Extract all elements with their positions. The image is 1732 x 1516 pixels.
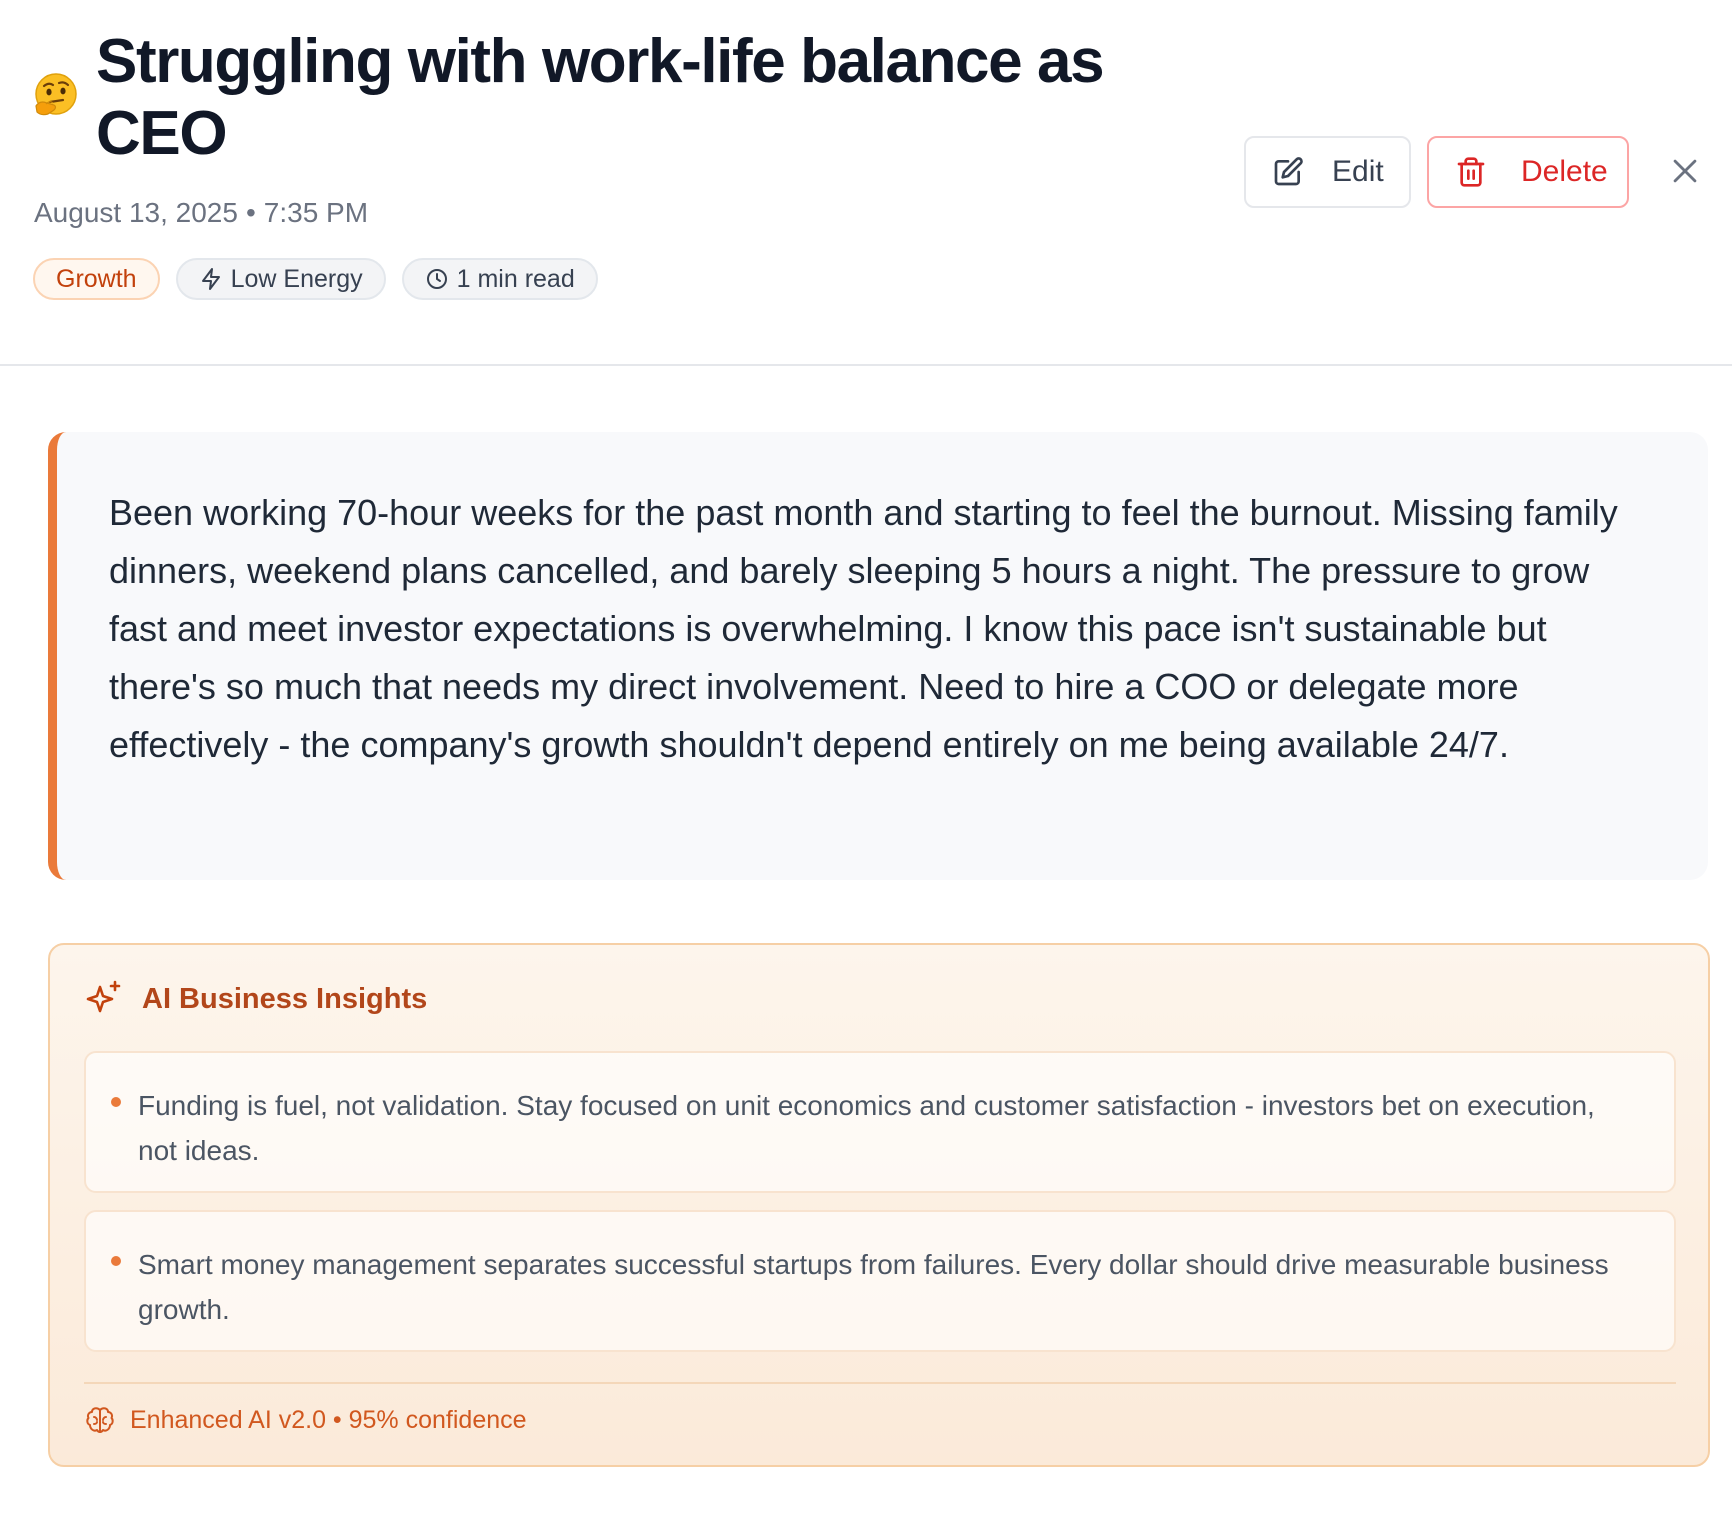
- entry-datetime: August 13, 2025 • 7:35 PM: [34, 196, 368, 230]
- ai-insights-panel: AI Business Insights Funding is fuel, no…: [48, 943, 1710, 1467]
- entry-title: Struggling with work-life balance as CEO: [96, 27, 1105, 168]
- entry-tags: Growth Low Energy 1 min read: [33, 258, 598, 300]
- category-tag: Growth: [33, 258, 160, 300]
- entry-body-text: Been working 70-hour weeks for the past …: [109, 492, 1618, 765]
- entry-time: 7:35 PM: [263, 197, 369, 228]
- insight-item: Funding is fuel, not validation. Stay fo…: [84, 1051, 1676, 1193]
- insight-item: Smart money management separates success…: [84, 1210, 1676, 1352]
- read-time-label: 1 min read: [456, 264, 575, 293]
- thinking-face-icon: [35, 73, 77, 116]
- insights-footer: Enhanced AI v2.0 • 95% confidence: [84, 1404, 527, 1436]
- energy-tag-label: Low Energy: [230, 264, 363, 293]
- delete-button-label: Delete: [1521, 155, 1608, 188]
- energy-tag: Low Energy: [175, 258, 386, 300]
- entry-content: Been working 70-hour weeks for the past …: [48, 432, 1708, 880]
- bullet-dot: [111, 1097, 121, 1107]
- insight-text: Funding is fuel, not validation. Stay fo…: [138, 1090, 1595, 1166]
- meta-separator: •: [245, 197, 256, 228]
- insights-title: AI Business Insights: [142, 982, 428, 1015]
- entry-date: August 13, 2025: [34, 197, 238, 228]
- insight-text: Smart money management separates success…: [138, 1249, 1609, 1325]
- clock-icon: [426, 269, 447, 289]
- trash-icon: [1457, 157, 1485, 187]
- model-confidence-label: Enhanced AI v2.0 • 95% confidence: [130, 1405, 527, 1434]
- entry-header: Struggling with work-life balance as CEO…: [0, 0, 1732, 366]
- brain-icon: [86, 1407, 114, 1433]
- insights-divider: [84, 1382, 1676, 1384]
- delete-button[interactable]: Delete: [1427, 136, 1629, 208]
- insights-header: AI Business Insights: [84, 979, 427, 1019]
- lightning-icon: [201, 268, 220, 290]
- sparkles-icon: [86, 980, 121, 1013]
- bullet-dot: [111, 1256, 121, 1266]
- edit-button[interactable]: Edit: [1244, 136, 1411, 208]
- edit-button-label: Edit: [1332, 155, 1384, 188]
- close-icon[interactable]: [1668, 154, 1702, 188]
- read-time-tag: 1 min read: [401, 258, 598, 300]
- edit-icon: [1274, 157, 1303, 186]
